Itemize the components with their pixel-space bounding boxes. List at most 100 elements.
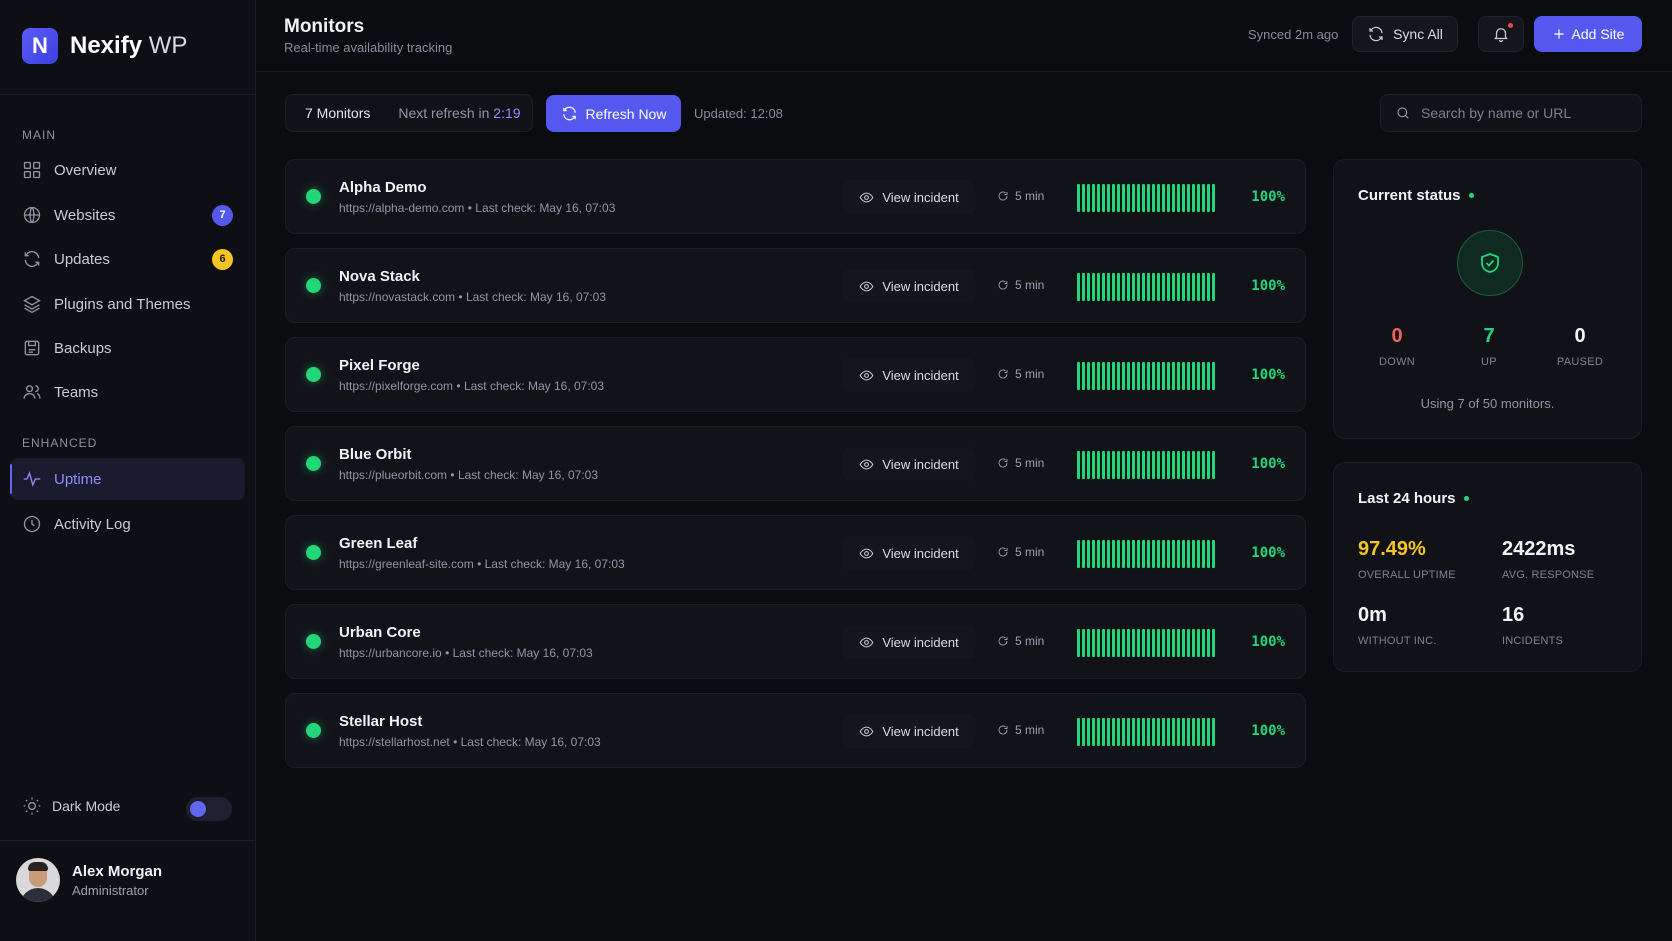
eye-icon xyxy=(859,548,874,558)
view-incident-label: View incident xyxy=(882,278,959,294)
sidebar-item-activity-log[interactable]: Activity Log xyxy=(10,503,245,545)
uptime-tick xyxy=(1147,451,1150,479)
view-incident-button[interactable]: View incident xyxy=(843,714,975,748)
uptime-tick xyxy=(1177,362,1180,390)
uptime-tick xyxy=(1147,540,1150,568)
overall-uptime-label: OVERALL UPTIME xyxy=(1358,569,1456,581)
uptime-tick xyxy=(1162,540,1165,568)
status-up-dot xyxy=(306,367,321,382)
monitor-last-check: Last check: May 16, 07:03 xyxy=(465,290,607,304)
uptime-tick xyxy=(1142,629,1145,657)
uptime-tick xyxy=(1122,718,1125,746)
sidebar: N Nexify WP MAIN Overview Websites 7 Upd… xyxy=(0,0,256,941)
sidebar-item-label: Overview xyxy=(54,161,117,179)
refresh-now-button[interactable]: Refresh Now xyxy=(546,95,681,132)
uptime-tick xyxy=(1082,718,1085,746)
uptime-tick xyxy=(1097,540,1100,568)
monitor-last-check: Last check: May 16, 07:03 xyxy=(452,646,593,660)
uptime-tick xyxy=(1147,273,1150,301)
uptime-bars xyxy=(1077,273,1215,301)
monitor-row[interactable]: Alpha Demo https://alpha-demo.com • Last… xyxy=(285,159,1306,234)
interval-label: 5 min xyxy=(1015,634,1045,648)
uptime-percent: 100% xyxy=(1251,367,1285,383)
monitor-row[interactable]: Pixel Forge https://pixelforge.com • Las… xyxy=(285,337,1306,412)
view-incident-button[interactable]: View incident xyxy=(843,180,975,214)
page-subtitle: Real-time availability tracking xyxy=(284,40,453,55)
uptime-tick xyxy=(1117,540,1120,568)
brand-logo[interactable]: N Nexify WP xyxy=(22,28,187,64)
uptime-tick xyxy=(1212,451,1215,479)
uptime-tick xyxy=(1162,273,1165,301)
bell-icon xyxy=(1494,28,1508,43)
uptime-tick xyxy=(1202,362,1205,390)
uptime-tick xyxy=(1187,451,1190,479)
monitor-meta: https://alpha-demo.com • Last check: May… xyxy=(339,201,616,215)
user-name: Alex Morgan xyxy=(72,862,163,880)
uptime-tick xyxy=(1087,629,1090,657)
view-incident-button[interactable]: View incident xyxy=(843,358,975,392)
monitor-summary-pill: 7 Monitors Next refresh in 2:19 xyxy=(285,94,533,132)
view-incident-button[interactable]: View incident xyxy=(843,625,975,659)
monitor-row[interactable]: Urban Core https://urbancore.io • Last c… xyxy=(285,604,1306,679)
uptime-tick xyxy=(1127,629,1130,657)
overall-uptime-value: 97.49% xyxy=(1358,538,1426,560)
sidebar-item-teams[interactable]: Teams xyxy=(10,371,245,413)
monitor-row[interactable]: Blue Orbit https://plueorbit.com • Last … xyxy=(285,426,1306,501)
uptime-tick xyxy=(1207,184,1210,212)
metric-without-incidents: 0m WITHOUT INC. xyxy=(1358,604,1437,647)
sync-all-button[interactable]: Sync All xyxy=(1352,16,1458,52)
uptime-tick xyxy=(1197,273,1200,301)
view-incident-button[interactable]: View incident xyxy=(843,447,975,481)
sidebar-item-overview[interactable]: Overview xyxy=(10,149,245,191)
dark-mode-toggle[interactable] xyxy=(186,797,232,821)
brand-name-bold: Nexify xyxy=(70,32,143,59)
interval-label: 5 min xyxy=(1015,278,1045,292)
interval-label: 5 min xyxy=(1015,189,1045,203)
uptime-tick xyxy=(1112,540,1115,568)
uptime-tick xyxy=(1102,718,1105,746)
uptime-tick xyxy=(1212,718,1215,746)
user-profile[interactable]: Alex Morgan Administrator xyxy=(16,858,162,902)
uptime-tick xyxy=(1142,540,1145,568)
sidebar-item-plugins-themes[interactable]: Plugins and Themes xyxy=(10,283,245,325)
uptime-tick xyxy=(1177,451,1180,479)
uptime-tick xyxy=(1152,629,1155,657)
sidebar-item-updates[interactable]: Updates 6 xyxy=(10,238,245,280)
check-interval: 5 min xyxy=(997,278,1044,292)
notifications-button[interactable] xyxy=(1478,16,1524,52)
add-site-button[interactable]: Add Site xyxy=(1534,16,1642,52)
uptime-tick xyxy=(1172,718,1175,746)
uptime-tick xyxy=(1112,629,1115,657)
uptime-tick xyxy=(1077,451,1080,479)
monitor-row[interactable]: Green Leaf https://greenleaf-site.com • … xyxy=(285,515,1306,590)
sidebar-item-backups[interactable]: Backups xyxy=(10,327,245,369)
uptime-tick xyxy=(1182,273,1185,301)
sidebar-item-uptime[interactable]: Uptime xyxy=(10,458,245,500)
incidents-label: INCIDENTS xyxy=(1502,635,1564,647)
uptime-tick xyxy=(1102,273,1105,301)
pulse-icon xyxy=(23,471,41,487)
monitor-row[interactable]: Stellar Host https://stellarhost.net • L… xyxy=(285,693,1306,768)
uptime-tick xyxy=(1152,718,1155,746)
shield-badge xyxy=(1457,230,1523,296)
search-input[interactable] xyxy=(1421,105,1621,121)
monitor-name: Blue Orbit xyxy=(339,446,412,463)
status-up-dot xyxy=(306,723,321,738)
view-incident-button[interactable]: View incident xyxy=(843,269,975,303)
sync-all-label: Sync All xyxy=(1393,26,1443,42)
uptime-percent: 100% xyxy=(1251,634,1285,650)
search-box[interactable] xyxy=(1380,94,1642,132)
uptime-tick xyxy=(1172,273,1175,301)
uptime-tick xyxy=(1192,629,1195,657)
view-incident-button[interactable]: View incident xyxy=(843,536,975,570)
monitor-row[interactable]: Nova Stack https://novastack.com • Last … xyxy=(285,248,1306,323)
uptime-tick xyxy=(1137,629,1140,657)
uptime-tick xyxy=(1107,451,1110,479)
uptime-tick xyxy=(1157,540,1160,568)
monitor-url: https://alpha-demo.com xyxy=(339,201,465,215)
sidebar-item-websites[interactable]: Websites 7 xyxy=(10,194,245,236)
uptime-tick xyxy=(1207,540,1210,568)
monitor-url: https://pixelforge.com xyxy=(339,379,454,393)
section-label-enhanced: ENHANCED xyxy=(22,436,98,450)
current-status-title: Current status xyxy=(1358,187,1461,204)
